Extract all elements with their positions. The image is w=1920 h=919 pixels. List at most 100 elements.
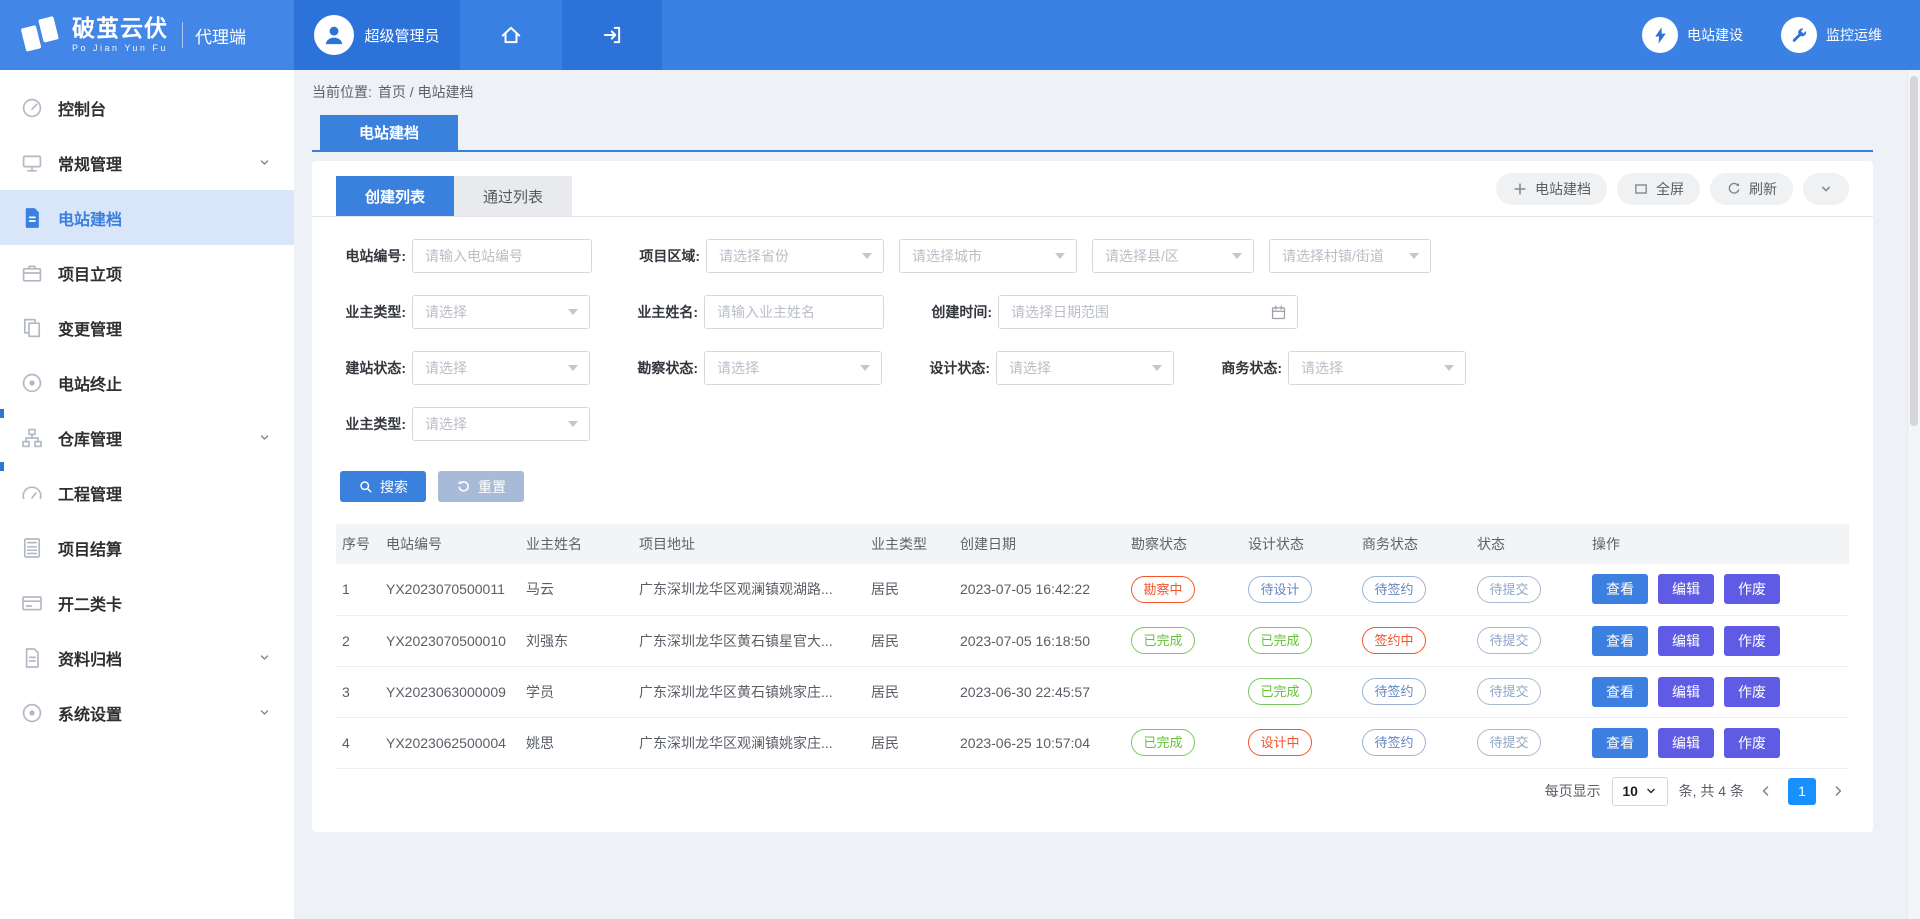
copy-icon <box>20 316 44 340</box>
sidebar-item-engineering-management[interactable]: 工程管理 <box>0 465 294 520</box>
search-button[interactable]: 搜索 <box>340 471 426 502</box>
edit-button[interactable]: 编辑 <box>1658 677 1714 707</box>
scrollbar-thumb[interactable] <box>1910 76 1918 426</box>
cell-owner-name: 学员 <box>520 666 633 717</box>
view-button[interactable]: 查看 <box>1592 677 1648 707</box>
status-badge: 勘察中 <box>1131 576 1195 603</box>
home-icon <box>500 24 522 46</box>
page-1-button[interactable]: 1 <box>1788 778 1816 805</box>
sidebar-item-warehouse-management[interactable]: 仓库管理 <box>0 410 294 465</box>
sidebar-item-label: 电站建档 <box>58 206 272 230</box>
next-page-button[interactable] <box>1827 777 1849 805</box>
business-status-select[interactable]: 请选择 <box>1288 351 1466 385</box>
owner-type-select-2[interactable]: 请选择 <box>412 407 590 441</box>
sidebar-item-label: 仓库管理 <box>58 426 257 450</box>
city-select[interactable]: 请选择城市 <box>899 239 1077 273</box>
caret-down-icon <box>860 365 870 371</box>
breadcrumb-path[interactable]: 首页 / 电站建档 <box>378 82 474 102</box>
survey-status-select[interactable]: 请选择 <box>704 351 882 385</box>
county-select[interactable]: 请选择县/区 <box>1092 239 1254 273</box>
column-header-9: 商务状态 <box>1356 524 1471 564</box>
sidebar-item-data-archive[interactable]: 资料归档 <box>0 630 294 685</box>
main-row: 控制台常规管理电站建档项目立项变更管理电站终止仓库管理工程管理项目结算开二类卡资… <box>0 70 1920 919</box>
build-status-select[interactable]: 请选择 <box>412 351 590 385</box>
void-button[interactable]: 作废 <box>1724 677 1780 707</box>
calendar-icon <box>1270 304 1287 321</box>
portal-label: 代理端 <box>195 23 246 48</box>
chevron-right-icon <box>1830 783 1846 799</box>
void-button[interactable]: 作废 <box>1724 626 1780 656</box>
lightning-icon <box>1642 17 1678 53</box>
cell-owner-name: 刘强东 <box>520 615 633 666</box>
town-select[interactable]: 请选择村镇/街道 <box>1269 239 1431 273</box>
table-row: 3YX2023063000009学员广东深圳龙华区黄石镇姚家庄...居民2023… <box>336 666 1849 717</box>
cell-design-status: 待设计 <box>1242 564 1356 615</box>
cell-survey-status: 已完成 <box>1125 615 1242 666</box>
owner-type-select[interactable]: 请选择 <box>412 295 590 329</box>
topbar: 破茧云伏 Po Jian Yun Fu 代理端 超级管理员 <box>0 0 1920 70</box>
view-button[interactable]: 查看 <box>1592 728 1648 758</box>
cell-status: 待提交 <box>1471 717 1586 768</box>
home-button[interactable] <box>460 0 562 70</box>
chevron-down-icon <box>1645 785 1657 797</box>
sidebar-item-station-termination[interactable]: 电站终止 <box>0 355 294 410</box>
prev-page-button[interactable] <box>1755 777 1777 805</box>
view-button[interactable]: 查看 <box>1592 574 1648 604</box>
province-select[interactable]: 请选择省份 <box>706 239 884 273</box>
cell-status: 待提交 <box>1471 666 1586 717</box>
column-header-6: 创建日期 <box>954 524 1125 564</box>
cell-owner-type: 居民 <box>865 717 954 768</box>
design-status-select[interactable]: 请选择 <box>996 351 1174 385</box>
sidebar-item-station-archive[interactable]: 电站建档 <box>0 190 294 245</box>
table-row: 4YX2023062500004姚思广东深圳龙华区观澜镇姚家庄...居民2023… <box>336 717 1849 768</box>
cell-seq: 3 <box>336 666 380 717</box>
column-header-1: 序号 <box>336 524 380 564</box>
select-placeholder: 请选择县/区 <box>1105 246 1179 266</box>
shortcut-monitoring-ops[interactable]: 监控运维 <box>1781 0 1882 70</box>
void-button[interactable]: 作废 <box>1724 728 1780 758</box>
status-badge: 已完成 <box>1131 627 1195 654</box>
tab-passed-list[interactable]: 通过列表 <box>454 176 572 216</box>
page-size-select[interactable]: 10 <box>1612 777 1668 806</box>
shortcut-station-construction[interactable]: 电站建设 <box>1642 0 1743 70</box>
owner-name-input[interactable] <box>704 295 884 329</box>
station-code-input[interactable] <box>412 239 592 273</box>
page-tab-station-archive[interactable]: 电站建档 <box>320 115 458 150</box>
cell-address: 广东深圳龙华区观澜镇姚家庄... <box>633 717 865 768</box>
sidebar-item-general-management[interactable]: 常规管理 <box>0 135 294 190</box>
search-icon <box>358 479 373 494</box>
table-body: 1YX2023070500011马云广东深圳龙华区观澜镇观湖路...居民2023… <box>336 564 1849 768</box>
sidebar-item-class2-card[interactable]: 开二类卡 <box>0 575 294 630</box>
status-badge: 设计中 <box>1248 729 1312 756</box>
cell-actions: 查看编辑作废 <box>1586 717 1849 768</box>
cell-business-status: 待签约 <box>1356 717 1471 768</box>
edit-button[interactable]: 编辑 <box>1658 728 1714 758</box>
edit-button[interactable]: 编辑 <box>1658 574 1714 604</box>
cell-owner-name: 姚思 <box>520 717 633 768</box>
reset-button[interactable]: 重置 <box>438 471 524 502</box>
total-count-label: 条, 共 4 条 <box>1679 781 1744 801</box>
sidebar-item-label: 变更管理 <box>58 316 272 340</box>
column-header-7: 勘察状态 <box>1125 524 1242 564</box>
fullscreen-button[interactable]: 全屏 <box>1617 173 1700 205</box>
cell-address: 广东深圳龙华区黄石镇姚家庄... <box>633 666 865 717</box>
add-station-button[interactable]: 电站建档 <box>1496 173 1607 205</box>
sidebar-item-project-initiation[interactable]: 项目立项 <box>0 245 294 300</box>
view-button[interactable]: 查看 <box>1592 626 1648 656</box>
void-button[interactable]: 作废 <box>1724 574 1780 604</box>
sidebar-item-change-management[interactable]: 变更管理 <box>0 300 294 355</box>
sidebar-item-project-settlement[interactable]: 项目结算 <box>0 520 294 575</box>
collapse-button[interactable] <box>1803 173 1849 205</box>
user-menu[interactable]: 超级管理员 <box>294 0 460 70</box>
refresh-button[interactable]: 刷新 <box>1710 173 1793 205</box>
select-placeholder: 请选择省份 <box>719 246 789 266</box>
cell-address: 广东深圳龙华区黄石镇星官大... <box>633 615 865 666</box>
logout-button[interactable] <box>562 0 662 70</box>
sidebar-item-system-settings[interactable]: 系统设置 <box>0 685 294 740</box>
dashboard-icon <box>20 96 44 120</box>
tab-create-list[interactable]: 创建列表 <box>336 176 454 216</box>
edit-button[interactable]: 编辑 <box>1658 626 1714 656</box>
date-range-input[interactable]: 请选择日期范围 <box>998 295 1298 329</box>
sidebar-item-console[interactable]: 控制台 <box>0 80 294 135</box>
portal-divider <box>182 22 183 48</box>
